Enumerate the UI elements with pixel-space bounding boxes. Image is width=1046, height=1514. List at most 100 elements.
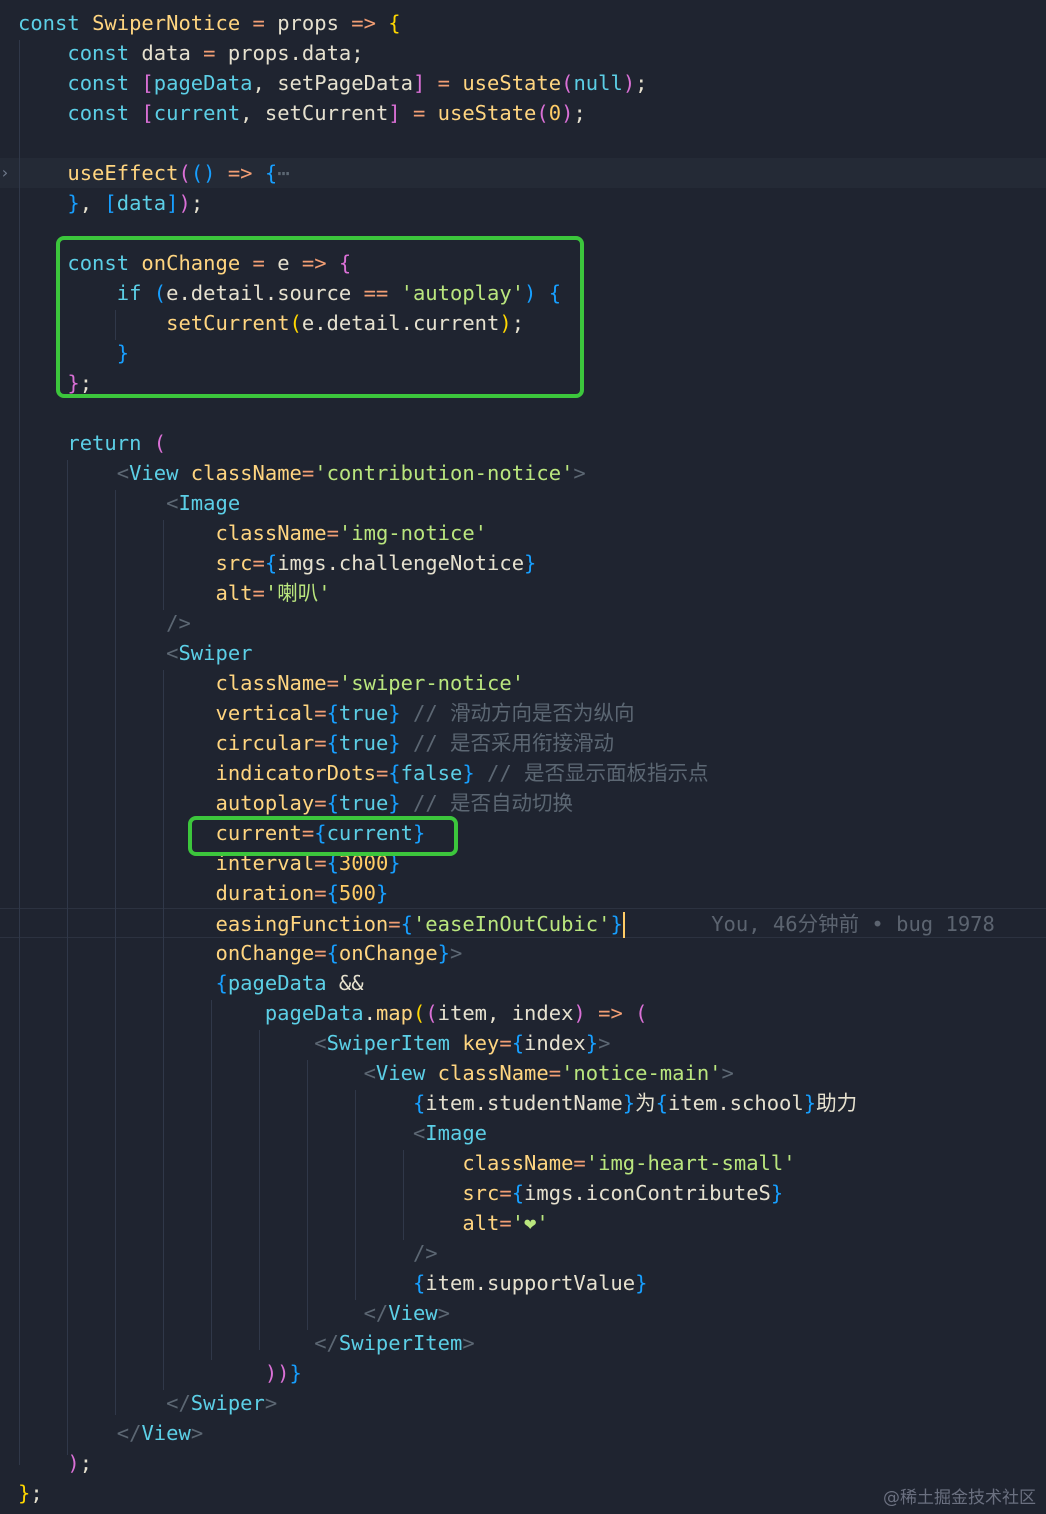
code-line[interactable] bbox=[0, 128, 1046, 158]
code-line[interactable]: ); bbox=[0, 1448, 1046, 1478]
code-token: = bbox=[314, 701, 327, 725]
code-line[interactable]: const SwiperNotice = props => { bbox=[0, 8, 1046, 38]
code-token: ; bbox=[79, 1451, 93, 1475]
code-token: { bbox=[264, 161, 278, 185]
code-token: } bbox=[388, 701, 401, 725]
code-token: { bbox=[264, 551, 278, 575]
fold-chevron-icon[interactable]: › bbox=[0, 158, 10, 188]
code-line[interactable]: › useEffect(() => {⋯ bbox=[0, 158, 1046, 188]
code-token: = bbox=[425, 71, 463, 95]
code-text: {item.supportValue} bbox=[18, 1268, 648, 1298]
code-token: </ bbox=[116, 1421, 142, 1445]
code-line[interactable]: <View className='notice-main'> bbox=[0, 1058, 1046, 1088]
code-line[interactable]: </Swiper> bbox=[0, 1388, 1046, 1418]
code-line[interactable]: <Image bbox=[0, 488, 1046, 518]
code-token: data bbox=[116, 191, 167, 215]
code-line[interactable]: /> bbox=[0, 1238, 1046, 1268]
code-line[interactable]: </SwiperItem> bbox=[0, 1328, 1046, 1358]
code-line[interactable]: easingFunction={'easeInOutCubic'} You, 4… bbox=[0, 908, 1046, 938]
code-line[interactable]: <Image bbox=[0, 1118, 1046, 1148]
code-token: 0 bbox=[548, 101, 562, 125]
code-token: } bbox=[803, 1091, 817, 1115]
code-line[interactable]: onChange={onChange}> bbox=[0, 938, 1046, 968]
code-token: className bbox=[178, 461, 302, 485]
code-line[interactable]: src={imgs.challengeNotice} bbox=[0, 548, 1046, 578]
code-token: 'img-notice' bbox=[338, 521, 488, 545]
code-token: item.studentName bbox=[425, 1091, 623, 1115]
code-line[interactable]: <View className='contribution-notice'> bbox=[0, 458, 1046, 488]
highlight-box-current bbox=[188, 816, 458, 856]
code-line[interactable]: circular={true} // 是否采用衔接滑动 bbox=[0, 728, 1046, 758]
code-token: '❤' bbox=[511, 1211, 549, 1235]
code-token: > bbox=[190, 1421, 204, 1445]
code-line[interactable]: indicatorDots={false} // 是否显示面板指示点 bbox=[0, 758, 1046, 788]
code-token: </ bbox=[166, 1391, 191, 1415]
code-line[interactable]: {item.studentName}为{item.school}助力 bbox=[0, 1088, 1046, 1118]
code-token: // 是否显示面板指示点 bbox=[474, 761, 709, 785]
code-line[interactable]: return ( bbox=[0, 428, 1046, 458]
code-text: circular={true} // 是否采用衔接滑动 bbox=[18, 728, 614, 758]
code-line[interactable]: src={imgs.iconContributeS} bbox=[0, 1178, 1046, 1208]
code-line[interactable]: alt='❤' bbox=[0, 1208, 1046, 1238]
code-text: onChange={onChange}> bbox=[18, 938, 462, 968]
code-line[interactable]: /> bbox=[0, 608, 1046, 638]
code-text: </SwiperItem> bbox=[18, 1328, 474, 1358]
code-line[interactable]: const [current, setCurrent] = useState(0… bbox=[0, 98, 1046, 128]
code-token: circular bbox=[215, 731, 315, 755]
code-line[interactable]: className='swiper-notice' bbox=[0, 668, 1046, 698]
code-line[interactable]: duration={500} bbox=[0, 878, 1046, 908]
code-line[interactable]: vertical={true} // 滑动方向是否为纵向 bbox=[0, 698, 1046, 728]
code-token: = bbox=[326, 521, 339, 545]
code-line[interactable]: <Swiper bbox=[0, 638, 1046, 668]
code-text: alt='喇叭' bbox=[18, 578, 330, 608]
indent-guide bbox=[211, 1000, 212, 1360]
code-line[interactable]: interval={3000} bbox=[0, 848, 1046, 878]
code-token: } bbox=[770, 1181, 784, 1205]
code-token: > bbox=[598, 1031, 611, 1055]
code-line[interactable]: {pageData && bbox=[0, 968, 1046, 998]
code-text: <View className='notice-main'> bbox=[18, 1058, 734, 1088]
code-line[interactable] bbox=[0, 398, 1046, 428]
code-token: > bbox=[437, 1301, 450, 1325]
code-token: props.data; bbox=[227, 41, 364, 65]
code-line[interactable]: current={current} bbox=[0, 818, 1046, 848]
code-text: <Image bbox=[18, 488, 240, 518]
code-line[interactable]: className='img-heart-small' bbox=[0, 1148, 1046, 1178]
code-line[interactable]: <SwiperItem key={index}> bbox=[0, 1028, 1046, 1058]
code-line[interactable]: autoplay={true} // 是否自动切换 bbox=[0, 788, 1046, 818]
code-token: > bbox=[450, 941, 463, 965]
code-line[interactable]: {item.supportValue} bbox=[0, 1268, 1046, 1298]
code-token: { bbox=[511, 1181, 525, 1205]
code-text: return ( bbox=[18, 428, 166, 458]
code-line[interactable]: </View> bbox=[0, 1298, 1046, 1328]
code-line[interactable]: className='img-notice' bbox=[0, 518, 1046, 548]
code-token: [ bbox=[141, 101, 154, 125]
code-token: { bbox=[400, 912, 413, 936]
code-token: item, index bbox=[437, 1001, 574, 1025]
indent-guide bbox=[403, 1150, 404, 1240]
code-line[interactable]: }, [data]); bbox=[0, 188, 1046, 218]
code-line[interactable]: alt='喇叭' bbox=[0, 578, 1046, 608]
code-line[interactable]: const data = props.data; bbox=[0, 38, 1046, 68]
code-line[interactable]: const [pageData, setPageData] = useState… bbox=[0, 68, 1046, 98]
code-token: { bbox=[412, 1271, 426, 1295]
indent-guide bbox=[163, 520, 164, 610]
code-line[interactable]: pageData.map((item, index) => ( bbox=[0, 998, 1046, 1028]
code-token: ( bbox=[561, 71, 574, 95]
code-text: ); bbox=[18, 1448, 92, 1478]
code-token: = bbox=[548, 1061, 562, 1085]
code-line[interactable]: </View> bbox=[0, 1418, 1046, 1448]
code-token: pageData bbox=[227, 971, 327, 995]
code-token: setPageData bbox=[277, 71, 413, 95]
code-token: } bbox=[462, 761, 475, 785]
code-line[interactable]: ))} bbox=[0, 1358, 1046, 1388]
code-token: 'swiper-notice' bbox=[338, 671, 525, 695]
